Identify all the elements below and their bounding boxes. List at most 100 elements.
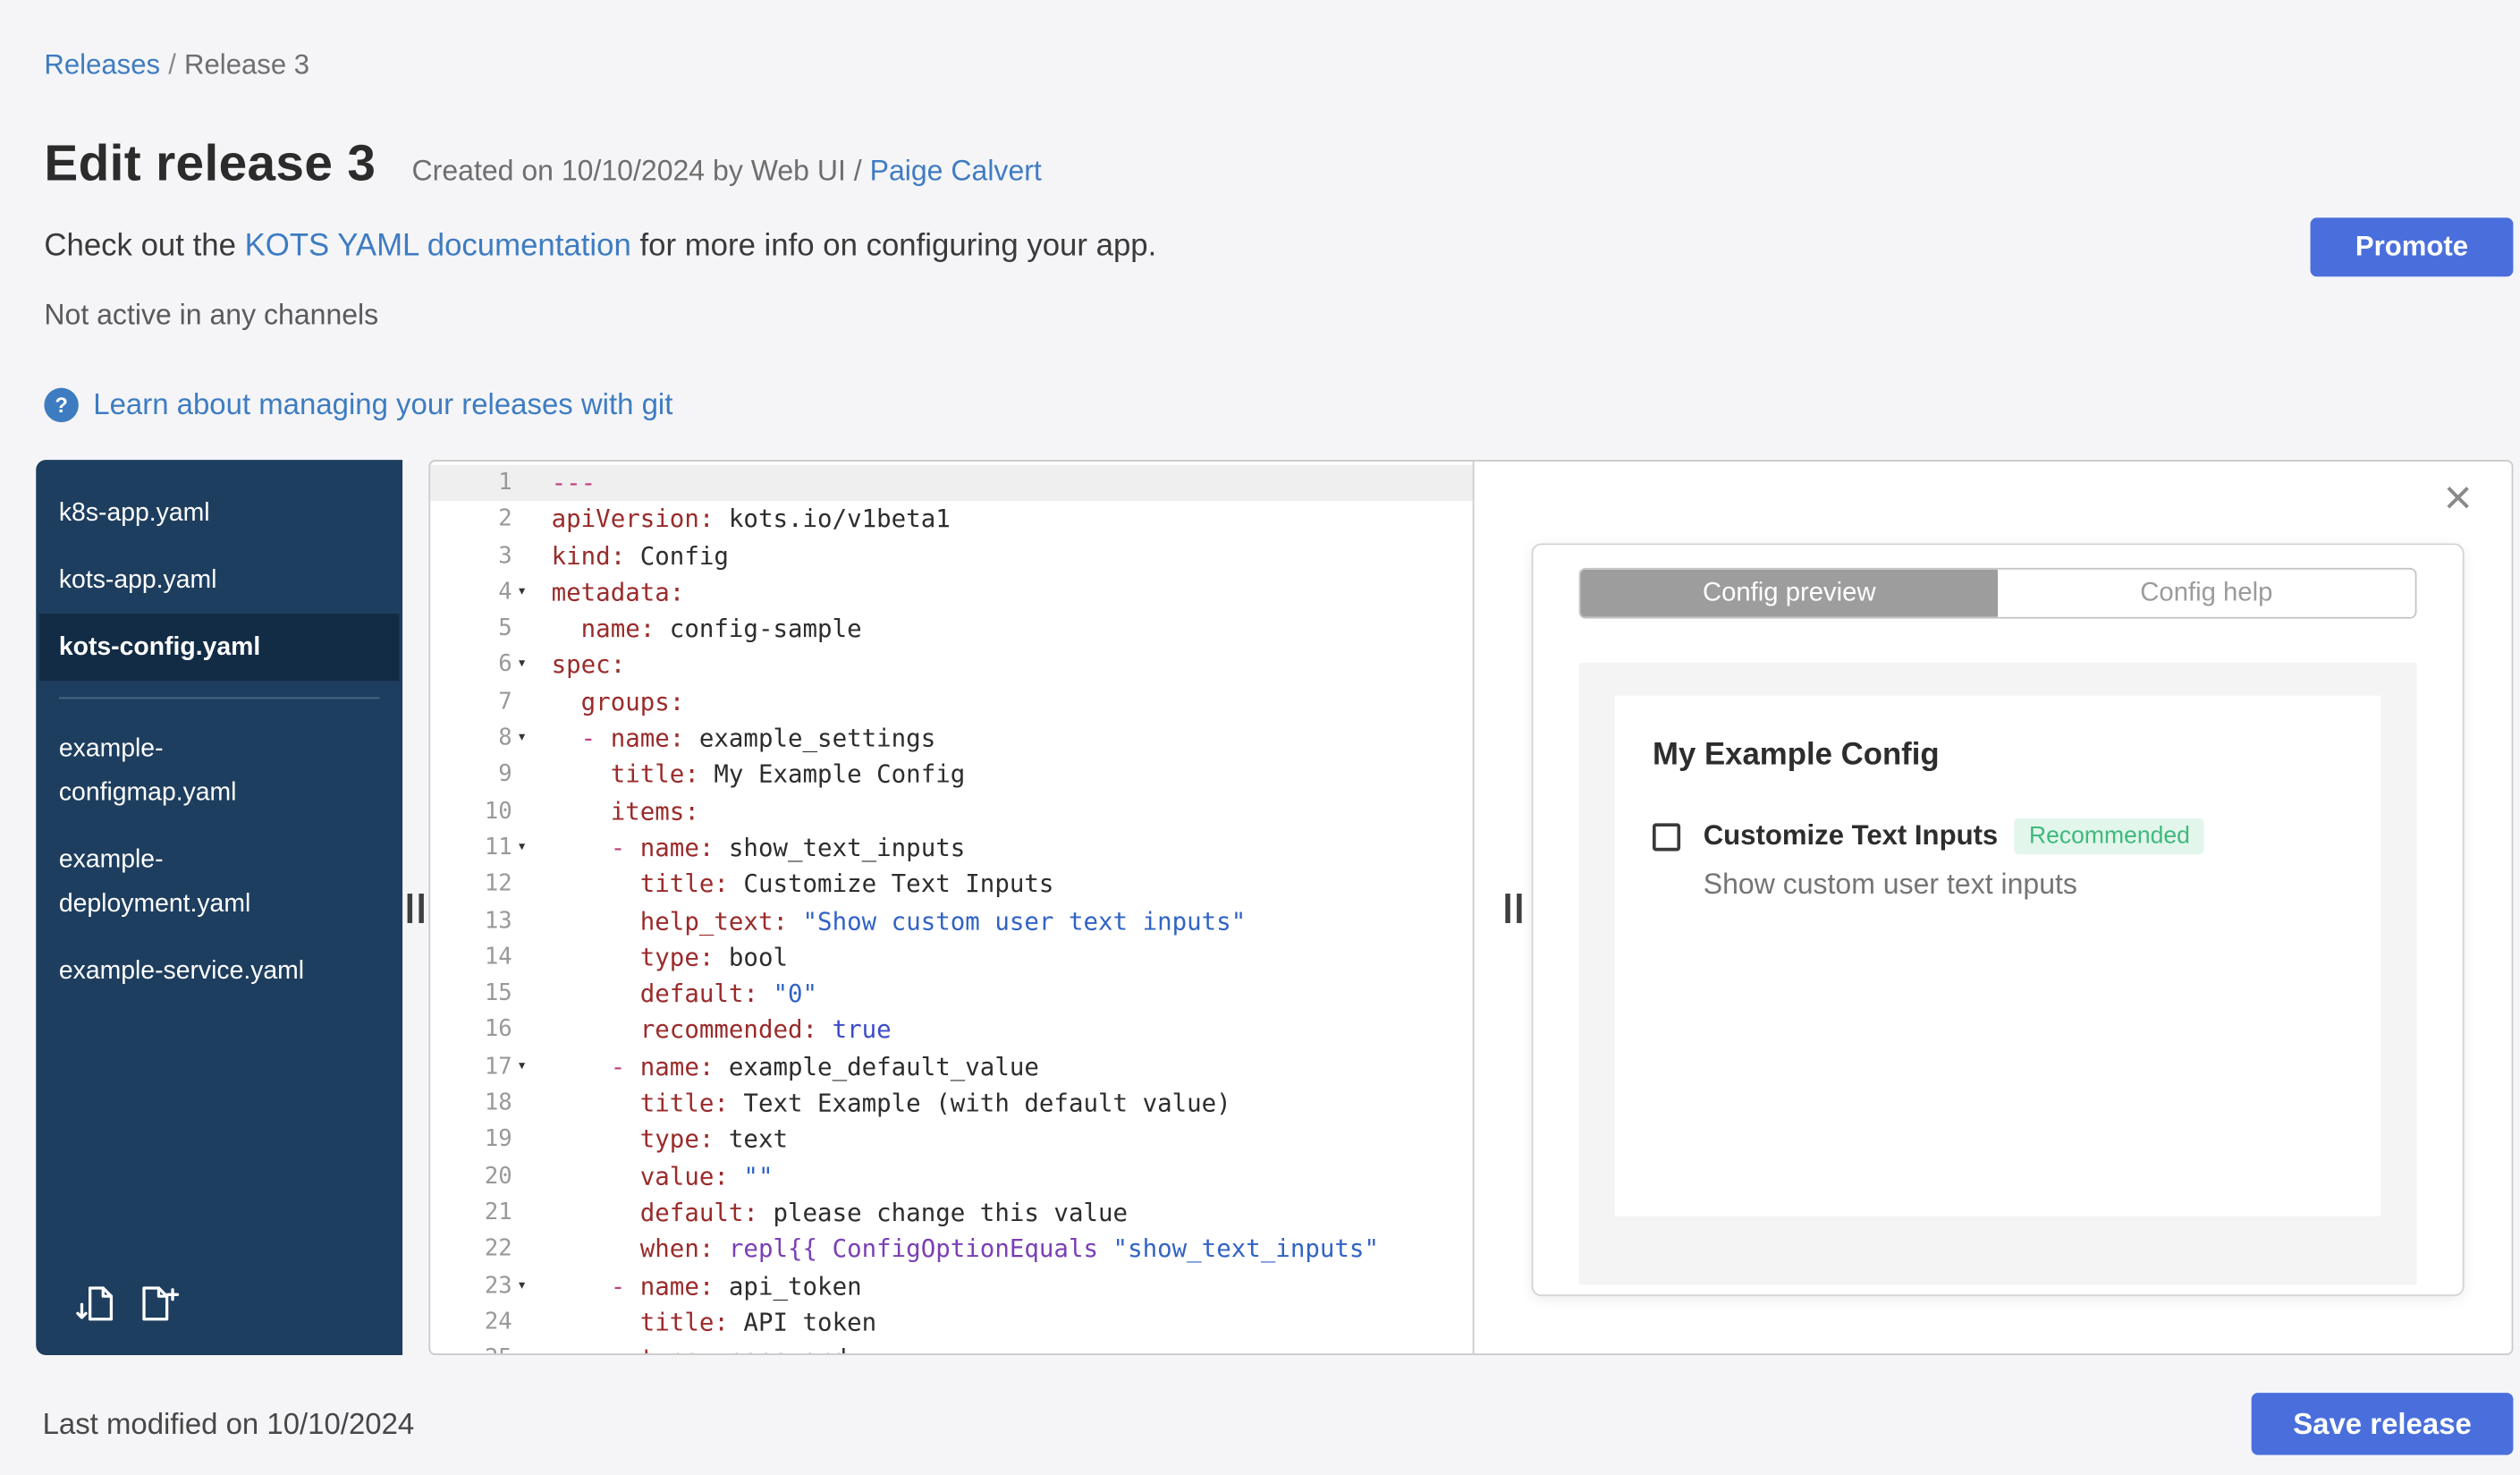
- code-line-9[interactable]: 9 title: My Example Config: [430, 757, 1473, 793]
- line-number: 7: [498, 688, 512, 716]
- promote-button[interactable]: Promote: [2310, 217, 2514, 277]
- code-text: name: config-sample: [580, 614, 862, 644]
- code-line-7[interactable]: 7 groups:: [430, 683, 1473, 720]
- workspace: k8s-app.yaml kots-app.yaml kots-config.yam…: [36, 460, 2514, 1355]
- code-text: - name: api_token: [610, 1270, 862, 1301]
- code-text: ---: [551, 468, 596, 498]
- code-line-13[interactable]: 13 help_text: "Show custom user text inp…: [430, 903, 1473, 939]
- git-help-row[interactable]: ? Learn about managing your releases wit…: [44, 387, 2513, 423]
- code-line-4[interactable]: 4 ▾ metadata:: [430, 574, 1473, 611]
- code-line-10[interactable]: 10 items:: [430, 793, 1473, 830]
- line-number: 17: [484, 1053, 512, 1081]
- gutter-cell: 19: [430, 1122, 541, 1158]
- file-tree-item-example-service-yaml[interactable]: example-service.yaml: [36, 937, 402, 1005]
- gutter-cell: 14: [430, 939, 541, 976]
- code-line-20[interactable]: 20 value: "": [430, 1158, 1473, 1195]
- file-tree-actions: [75, 1283, 180, 1332]
- code-line-14[interactable]: 14 type: bool: [430, 939, 1473, 976]
- question-icon[interactable]: ?: [44, 387, 79, 423]
- code-line-1[interactable]: 1 ---: [430, 464, 1473, 502]
- code-line-16[interactable]: 16 recommended: true: [430, 1013, 1473, 1049]
- fold-arrow-icon[interactable]: ▾: [517, 1048, 541, 1085]
- code-line-2[interactable]: 2 apiVersion: kots.io/v1beta1: [430, 501, 1473, 538]
- kots-yaml-doc-link[interactable]: KOTS YAML documentation: [245, 229, 631, 263]
- code-line-22[interactable]: 22 when: repl{{ ConfigOptionEquals "show…: [430, 1231, 1473, 1267]
- gutter-cell: 15: [430, 976, 541, 1013]
- fold-arrow-icon[interactable]: ▾: [517, 830, 541, 867]
- config-option-row: Customize Text Inputs Recommended: [1652, 818, 2343, 855]
- file-tree-item-example-configmap-yaml[interactable]: example-configmap.yaml: [36, 716, 402, 827]
- line-number: 18: [484, 1089, 512, 1116]
- code-line-17[interactable]: 17 ▾ - name: example_default_value: [430, 1048, 1473, 1085]
- code-text: - name: example_settings: [580, 723, 936, 753]
- line-number: 4: [498, 579, 512, 606]
- code-line-12[interactable]: 12 title: Customize Text Inputs: [430, 866, 1473, 903]
- code-line-23[interactable]: 23 ▾ - name: api_token: [430, 1267, 1473, 1304]
- code-line-8[interactable]: 8 ▾ - name: example_settings: [430, 720, 1473, 757]
- code-text: type: password: [542, 1341, 847, 1353]
- file-tree-item-k8s-app-yaml[interactable]: k8s-app.yaml: [36, 479, 402, 547]
- preview-resize-handle[interactable]: [1505, 893, 1522, 923]
- fold-arrow-icon[interactable]: ▾: [517, 574, 541, 611]
- code-line-21[interactable]: 21 default: please change this value: [430, 1195, 1473, 1232]
- gutter-cell: 25: [430, 1341, 541, 1353]
- code-line-18[interactable]: 18 title: Text Example (with default val…: [430, 1085, 1473, 1122]
- code-line-24[interactable]: 24 title: API token: [430, 1304, 1473, 1341]
- customize-text-inputs-checkbox[interactable]: [1652, 822, 1681, 851]
- new-file-icon[interactable]: [140, 1283, 181, 1332]
- file-tree-item-kots-config-yaml[interactable]: kots-config.yaml: [38, 614, 400, 682]
- code-text: title: My Example Config: [610, 759, 966, 790]
- author-link[interactable]: Paige Calvert: [870, 154, 1042, 187]
- code-line-25[interactable]: 25 type: password: [430, 1341, 1473, 1353]
- gutter-cell: 20: [430, 1158, 541, 1195]
- git-help-link[interactable]: Learn about managing your releases with …: [93, 388, 672, 422]
- code-editor[interactable]: 1 --- 2 apiVersion: kots.io/v1beta1 3 kind: C…: [430, 462, 1473, 1353]
- tab-config-help[interactable]: Config help: [1998, 569, 2415, 617]
- line-number: 20: [484, 1163, 512, 1190]
- gutter-cell: 2: [430, 501, 541, 538]
- code-line-11[interactable]: 11 ▾ - name: show_text_inputs: [430, 830, 1473, 867]
- breadcrumb-releases-link[interactable]: Releases: [44, 49, 160, 81]
- gutter-cell: 3: [430, 538, 541, 574]
- save-release-button[interactable]: Save release: [2251, 1393, 2514, 1455]
- doc-info: Check out the KOTS YAML documentation fo…: [44, 229, 1156, 265]
- file-tree-resize-handle[interactable]: [407, 893, 424, 923]
- line-number: 21: [484, 1199, 512, 1226]
- code-text: value: "": [639, 1161, 774, 1191]
- file-tree-top: k8s-app.yaml kots-app.yaml kots-config.yam…: [36, 479, 402, 682]
- file-tree-bottom: example-configmap.yaml example-deployment…: [36, 716, 402, 1005]
- gutter-cell: 5: [430, 611, 541, 648]
- line-number: 15: [484, 980, 512, 1007]
- gutter-cell: 18: [430, 1085, 541, 1122]
- code-text: spec:: [551, 650, 626, 681]
- file-tree-item-kots-app-yaml[interactable]: kots-app.yaml: [36, 547, 402, 614]
- gutter-cell: 24: [430, 1304, 541, 1341]
- code-line-15[interactable]: 15 default: "0": [430, 976, 1473, 1013]
- code-text: kind: Config: [551, 540, 729, 571]
- fold-arrow-icon[interactable]: ▾: [517, 648, 541, 684]
- line-number: 2: [498, 505, 512, 533]
- tab-config-preview[interactable]: Config preview: [1580, 569, 1999, 617]
- page: Releases / Release 3 Edit release 3 Create…: [0, 0, 2520, 1475]
- code-text: type: text: [639, 1124, 789, 1155]
- close-icon[interactable]: ×: [2444, 474, 2473, 524]
- file-tree-item-example-deployment-yaml[interactable]: example-deployment.yaml: [36, 827, 402, 937]
- fold-arrow-icon[interactable]: ▾: [517, 1267, 541, 1304]
- code-line-5[interactable]: 5 name: config-sample: [430, 611, 1473, 648]
- gutter-cell: 23 ▾: [430, 1267, 541, 1304]
- upload-file-icon[interactable]: [75, 1283, 116, 1332]
- code-text: recommended: true: [639, 1015, 892, 1046]
- code-line-19[interactable]: 19 type: text: [430, 1122, 1473, 1158]
- config-group-title: My Example Config: [1652, 738, 1940, 773]
- fold-arrow-icon[interactable]: ▾: [517, 720, 541, 757]
- code-line-3[interactable]: 3 kind: Config: [430, 538, 1473, 574]
- code-line-6[interactable]: 6 ▾ spec:: [430, 648, 1473, 684]
